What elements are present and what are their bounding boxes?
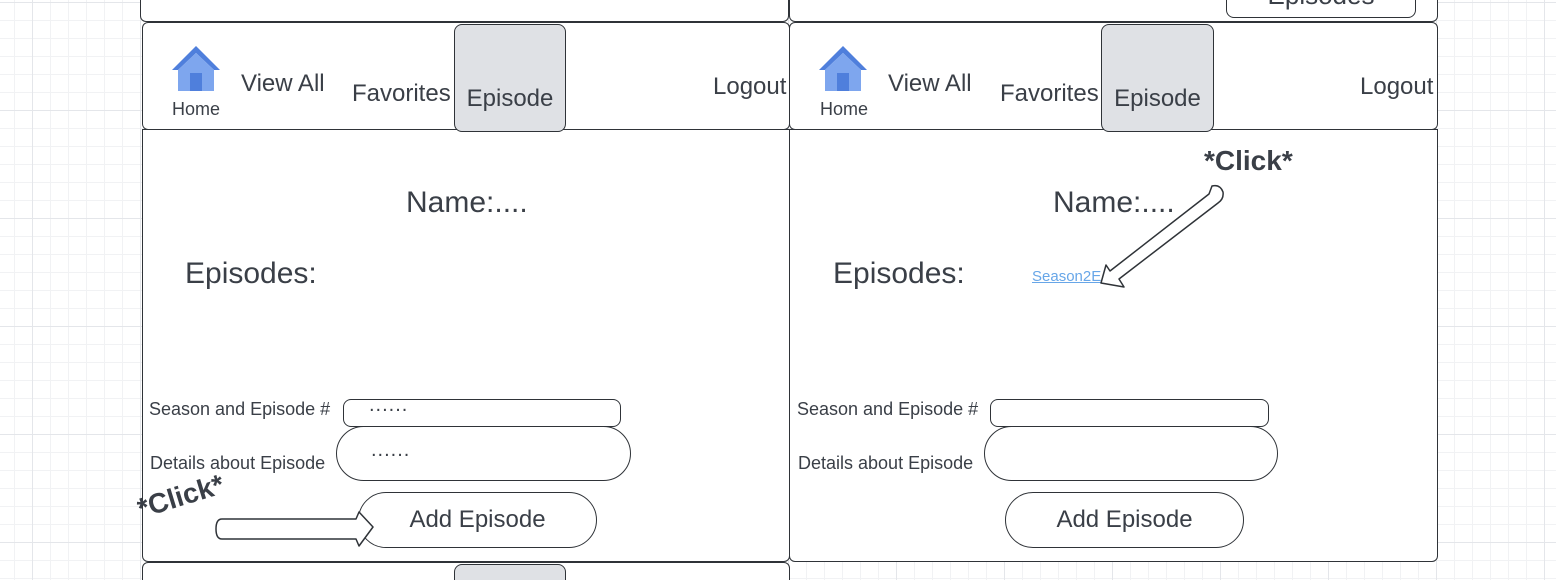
annotation-arrows: [215, 184, 1224, 547]
click-arrow-left: [215, 511, 374, 547]
click-arrow-right: [1100, 184, 1224, 288]
